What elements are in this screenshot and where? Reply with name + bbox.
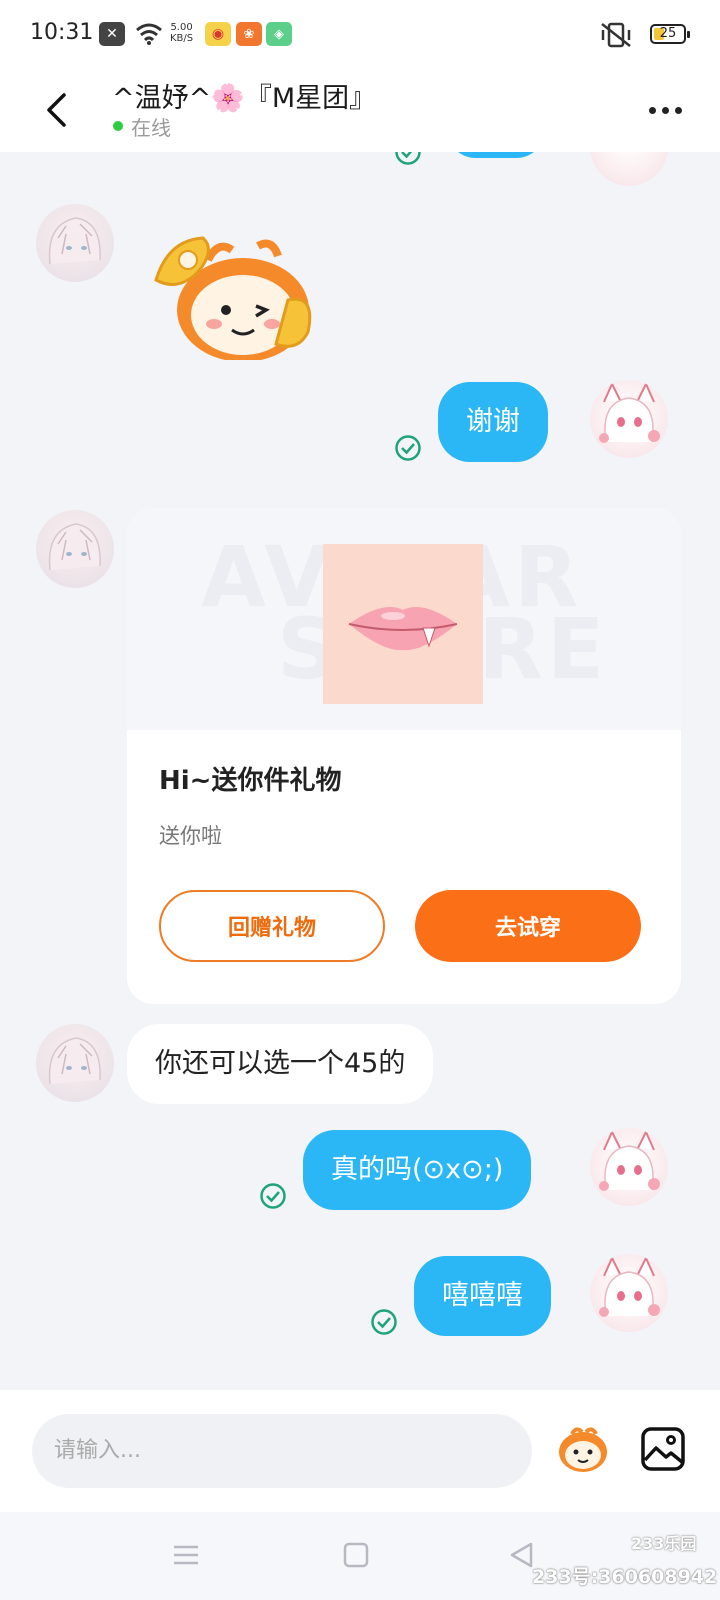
image-picker-button[interactable]	[640, 1426, 686, 1472]
monkey-thumbs-up-sticker[interactable]	[148, 220, 318, 360]
anime-girl-avatar-image	[48, 1037, 101, 1085]
my-avatar[interactable]	[590, 1254, 668, 1332]
chat-header: ^温妤^🌸『M星团』 在线	[0, 70, 720, 152]
online-status-text: 在线	[131, 116, 171, 140]
network-speed: 5.00 KB/S	[170, 22, 193, 44]
message-input[interactable]: 请输入...	[32, 1414, 532, 1488]
home-icon[interactable]	[341, 1540, 371, 1570]
more-options-button[interactable]	[640, 92, 690, 128]
my-avatar[interactable]	[590, 1128, 668, 1206]
cat-ear-girl-avatar-image	[599, 381, 660, 443]
vampire-lips-icon	[348, 607, 458, 651]
online-status-dot	[113, 121, 123, 131]
anime-girl-avatar-image	[48, 217, 101, 265]
contact-name[interactable]: ^温妤^🌸『M星团』	[112, 76, 376, 115]
cat-ear-girl-avatar-image	[599, 1255, 660, 1317]
cat-ear-girl-avatar-image	[599, 1129, 660, 1191]
contact-avatar[interactable]	[36, 1024, 114, 1102]
chevron-left-icon	[47, 93, 66, 127]
more-dot-icon	[674, 106, 682, 114]
gift-card[interactable]: AVATAR STORE Hi~送你件礼物 送你啦 回赠礼物 去试穿	[127, 508, 681, 1004]
status-bar: 10:31 ✕ 5.00 KB/S ◉ ❀ ◈ 25	[0, 0, 720, 70]
vibrate-off-icon	[601, 22, 631, 48]
read-check-icon	[395, 152, 421, 165]
more-dot-icon	[648, 106, 656, 114]
read-check-icon	[395, 435, 421, 461]
battery-level: 25	[659, 26, 677, 41]
back-button[interactable]	[34, 80, 80, 140]
network-speed-unit: KB/S	[170, 33, 194, 44]
return-gift-button[interactable]: 回赠礼物	[159, 890, 385, 962]
weibo-icon: ◉	[205, 22, 231, 46]
try-on-button[interactable]: 去试穿	[415, 890, 641, 962]
id-watermark: 233号:360608942	[532, 1566, 718, 1588]
gift-title: Hi~送你件礼物	[159, 766, 342, 796]
read-check-icon	[260, 1183, 286, 1209]
menu-icon[interactable]	[171, 1540, 201, 1570]
emoji-sticker-button[interactable]	[556, 1422, 610, 1476]
gift-subtitle: 送你啦	[159, 824, 222, 848]
chat-app-icon: ◈	[266, 22, 292, 46]
contact-avatar[interactable]	[36, 204, 114, 282]
wifi-icon	[136, 23, 162, 45]
more-dot-icon	[661, 106, 669, 114]
gift-item-image[interactable]	[323, 544, 483, 704]
my-avatar[interactable]	[590, 152, 668, 186]
battery-indicator: 25	[650, 24, 690, 44]
gift-preview-area: AVATAR STORE	[127, 508, 681, 730]
my-avatar[interactable]	[590, 380, 668, 458]
network-speed-value: 5.00	[170, 22, 193, 33]
outgoing-message-bubble[interactable]: 谢谢	[438, 382, 548, 462]
app-notification-icon: ❀	[236, 22, 262, 46]
notification-close-icon: ✕	[99, 22, 125, 46]
partial-outgoing-bubble	[446, 152, 546, 158]
chat-message-list[interactable]: 谢谢 AVATAR STORE	[0, 152, 720, 1390]
brand-watermark: 233乐园	[631, 1534, 697, 1553]
read-check-icon	[371, 1309, 397, 1335]
status-time: 10:31	[30, 20, 94, 45]
anime-girl-avatar-image	[48, 523, 101, 571]
outgoing-message-bubble[interactable]: 真的吗(⊙x⊙;)	[303, 1130, 532, 1210]
incoming-message-bubble[interactable]: 你还可以选一个45的	[127, 1024, 434, 1104]
outgoing-message-bubble[interactable]: 嘻嘻嘻	[414, 1256, 551, 1336]
contact-avatar[interactable]	[36, 510, 114, 588]
message-input-bar: 请输入...	[0, 1390, 720, 1512]
